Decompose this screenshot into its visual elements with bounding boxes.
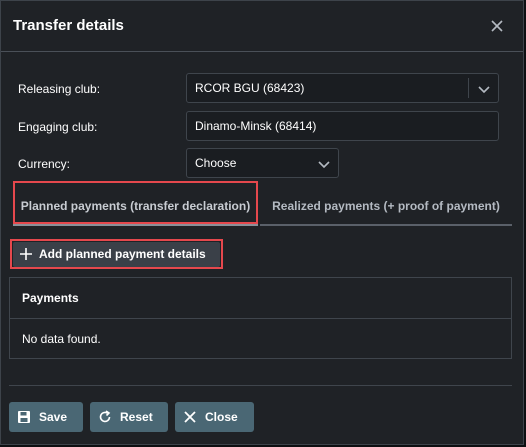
currency-value: Choose: [195, 156, 237, 170]
save-button[interactable]: Save: [9, 402, 83, 432]
payments-column-header: Payments: [22, 291, 79, 305]
reset-label: Reset: [120, 410, 153, 424]
close-icon: [184, 411, 196, 423]
reset-button[interactable]: Reset: [90, 402, 168, 432]
chevron-down-icon: [478, 86, 490, 94]
tab-realized-payments[interactable]: Realized payments (+ proof of payment): [261, 185, 511, 225]
close-button[interactable]: Close: [175, 402, 254, 432]
payments-table-header: Payments: [10, 278, 511, 319]
tab-underline: [260, 224, 512, 226]
tab-underline-active: [13, 224, 258, 226]
payments-empty-message: No data found.: [22, 332, 101, 346]
engaging-club-label: Engaging club:: [18, 120, 98, 134]
engaging-club-field[interactable]: Dinamo-Minsk (68414): [186, 111, 499, 141]
dialog-title: Transfer details: [13, 17, 124, 34]
reset-icon: [99, 410, 111, 423]
transfer-details-dialog: Transfer details Releasing club: RCOR BG…: [0, 0, 524, 445]
chevron-down-icon: [318, 161, 330, 169]
payments-table: Payments No data found.: [9, 277, 512, 359]
tab-highlight-box: [13, 181, 258, 224]
close-icon[interactable]: [489, 18, 505, 34]
currency-select[interactable]: Choose: [186, 148, 339, 178]
save-icon: [18, 411, 30, 423]
add-button-highlight-box: [10, 239, 223, 269]
dialog-header: Transfer details: [1, 1, 523, 52]
currency-label: Currency:: [18, 157, 71, 171]
releasing-club-value: RCOR BGU (68423): [195, 81, 305, 95]
releasing-club-select[interactable]: RCOR BGU (68423): [186, 73, 499, 103]
engaging-club-value: Dinamo-Minsk (68414): [195, 119, 317, 133]
save-label: Save: [39, 410, 68, 424]
select-divider: [468, 78, 469, 98]
footer-divider: [9, 385, 512, 386]
close-label: Close: [205, 410, 238, 424]
releasing-club-label: Releasing club:: [18, 82, 101, 96]
